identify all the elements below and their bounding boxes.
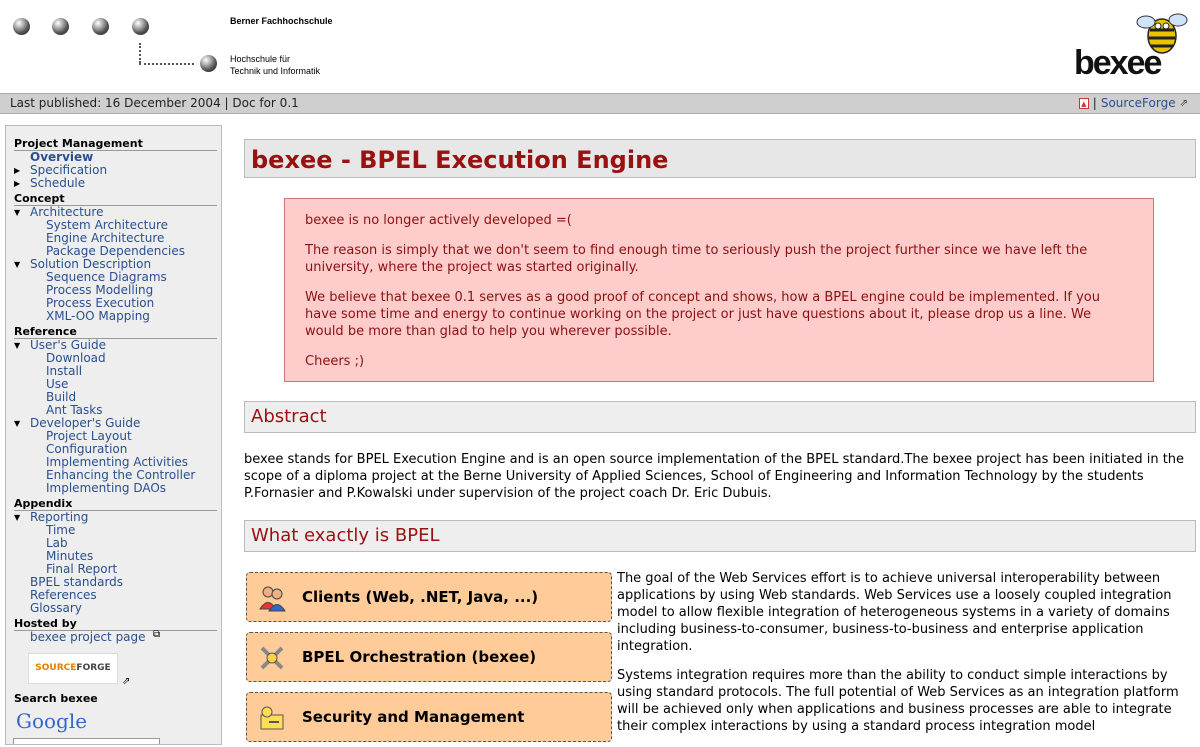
decorative-ball-icon [92,18,109,35]
decorative-ball-icon [132,18,149,35]
section-heading-bpel: What exactly is BPEL [251,525,440,546]
search-input[interactable] [13,738,160,744]
expanded-arrow-icon[interactable]: ▼ [14,208,20,217]
sidebar-item-schedule[interactable]: Schedule [30,177,85,190]
org-subtitle-line2: Technik und Informatik [230,66,321,76]
publish-bar-links: ▲ | SourceForge ⇗ [1078,96,1188,110]
logo-text: bexee [1074,44,1162,82]
bpel-paragraph: Systems integration requires more than t… [617,668,1179,734]
notice-paragraph: The reason is simply that we don't seem … [305,243,1088,275]
stack-layer-clients: Clients (Web, .NET, Java, ...) [246,572,612,622]
decorative-ball-icon [13,18,30,35]
nav-section-project-management: Project Management [14,137,217,151]
notice-paragraph: Cheers ;) [305,354,365,369]
sourceforge-logo-a: SOURCE [35,663,77,673]
stack-label: BPEL Orchestration (bexee) [302,648,537,666]
sidebar-nav: Project Management Overview ▶ Specificat… [5,125,222,745]
sourceforge-link[interactable]: SourceForge [1101,96,1176,110]
sidebar-item-project-page[interactable]: bexee project page [30,631,146,644]
sidebar-item-implementing-daos[interactable]: Implementing DAOs [46,482,166,495]
nav-section-reference: Reference [14,325,217,339]
section-heading-abstract: Abstract [251,406,327,427]
stack-layer-security: Security and Management [246,692,612,742]
page-title-box: bexee - BPEL Execution Engine [244,139,1196,178]
google-logo-text: Google [16,709,88,733]
decorative-dotted-line [139,63,194,65]
notice-paragraph: bexee is no longer actively developed =( [305,213,572,228]
section-heading-box: Abstract [244,401,1196,433]
stack-label: Clients (Web, .NET, Java, ...) [302,588,539,606]
expanded-arrow-icon[interactable]: ▼ [14,513,20,522]
bpel-paragraph: The goal of the Web Services effort is t… [617,571,1172,654]
nav-section-hosted-by: Hosted by [14,617,217,631]
org-subtitle-line1: Hochschule für [230,54,291,64]
new-window-icon: ⧉ [153,629,161,640]
bexee-logo[interactable]: bexee [1070,8,1195,88]
sourceforge-logo[interactable]: SOURCEFORGE [28,653,118,684]
decorative-ball-icon [200,55,217,72]
sidebar-item-glossary[interactable]: Glossary [30,602,82,615]
expanded-arrow-icon[interactable]: ▼ [14,260,20,269]
google-logo: Google [16,709,87,733]
notice-box: bexee is no longer actively developed =(… [284,198,1154,382]
stack-layer-orchestration: BPEL Orchestration (bexee) [246,632,612,682]
external-link-icon: ⇗ [1179,97,1188,109]
expanded-arrow-icon[interactable]: ▼ [14,419,20,428]
decorative-ball-icon [52,18,69,35]
stack-label: Security and Management [302,708,525,726]
separator: | [1092,96,1097,110]
collapsed-arrow-icon[interactable]: ▶ [14,179,20,188]
org-name: Berner Fachhochschule [230,16,333,26]
expanded-arrow-icon[interactable]: ▼ [14,341,20,350]
notice-paragraph: We believe that bexee 0.1 serves as a go… [305,290,1100,339]
last-published: Last published: 16 December 2004 | Doc f… [10,96,299,110]
sourceforge-logo-b: FORGE [76,663,111,673]
tools-icon [260,646,284,670]
nav-section-search: Search bexee [14,692,98,705]
bpel-description: The goal of the Web Services effort is t… [617,570,1195,747]
nav-section-concept: Concept [14,192,217,206]
external-link-icon: ⇗ [122,676,131,687]
page-title: bexee - BPEL Execution Engine [251,146,669,174]
abstract-text: bexee stands for BPEL Execution Engine a… [244,452,1185,501]
publish-bar: Last published: 16 December 2004 | Doc f… [0,93,1200,114]
decorative-dotted-line [139,43,141,63]
pdf-icon[interactable]: ▲ [1078,97,1089,109]
nav-section-appendix: Appendix [14,497,217,511]
site-header: Berner Fachhochschule Hochschule für Tec… [0,0,1200,93]
section-heading-box: What exactly is BPEL [244,520,1196,552]
org-subtitle: Hochschule für Technik und Informatik [230,53,320,77]
key-icon [260,706,284,730]
main-content: bexee - BPEL Execution Engine bexee is n… [244,125,1196,742]
sidebar-item-xml-oo-mapping[interactable]: XML-OO Mapping [46,310,150,323]
collapsed-arrow-icon[interactable]: ▶ [14,166,20,175]
users-icon [259,586,286,612]
